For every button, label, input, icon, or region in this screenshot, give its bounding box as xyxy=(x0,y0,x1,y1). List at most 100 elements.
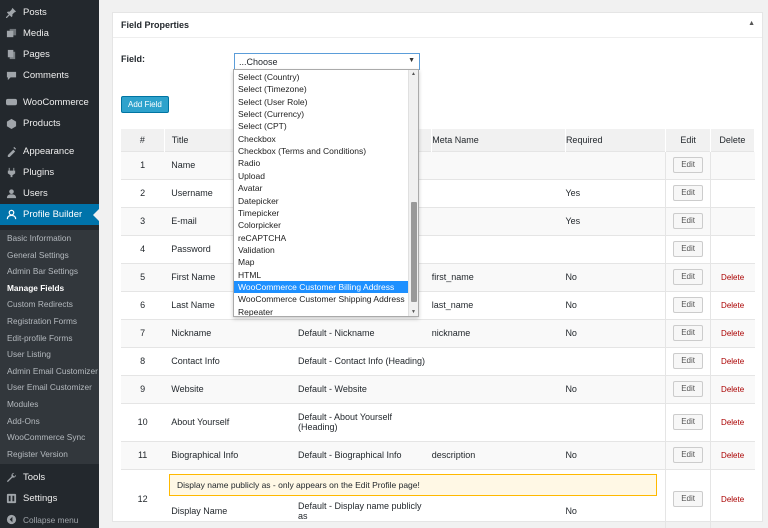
dropdown-option[interactable]: Checkbox (Terms and Conditions) xyxy=(234,145,408,157)
edit-button[interactable]: Edit xyxy=(673,241,704,257)
sidebar-item-products[interactable]: Products xyxy=(0,113,99,134)
dropdown-option[interactable]: Datepicker xyxy=(234,195,408,207)
dropdown-option[interactable]: Select (Country) xyxy=(234,71,408,83)
delete-cell xyxy=(709,150,755,179)
field-number: 2 xyxy=(121,178,165,207)
edit-button[interactable]: Edit xyxy=(673,325,704,341)
edit-button[interactable]: Edit xyxy=(673,353,704,369)
dropdown-option[interactable]: Repeater xyxy=(234,306,408,316)
dropdown-option[interactable]: HTML xyxy=(234,269,408,281)
field-title: Nickname xyxy=(171,328,212,338)
submenu-item-custom-redirects[interactable]: Custom Redirects xyxy=(7,299,73,309)
delete-link[interactable]: Delete xyxy=(721,357,744,366)
submenu-item-modules[interactable]: Modules xyxy=(7,399,38,409)
dropdown-option[interactable]: Select (User Role) xyxy=(234,96,408,108)
meta-cell xyxy=(431,206,566,235)
sidebar-item-settings[interactable]: Settings xyxy=(0,488,99,509)
field-required: No xyxy=(565,328,577,338)
sidebar-item-users[interactable]: Users xyxy=(0,183,99,204)
scrollbar-thumb[interactable] xyxy=(411,202,417,302)
default-cell: Default - Contact Info (Heading) xyxy=(297,346,432,375)
submenu-item-general-settings[interactable]: General Settings xyxy=(7,250,69,260)
dropdown-option[interactable]: Timepicker xyxy=(234,207,408,219)
scroll-up-icon[interactable]: ▲ xyxy=(411,71,416,77)
sidebar-item-profile-builder[interactable]: Profile Builder xyxy=(0,204,99,225)
submenu-item-user-email-customizer[interactable]: User Email Customizer xyxy=(7,382,92,392)
table-header: # Title Meta Name Required Edit Delete xyxy=(121,129,756,151)
field-number: 11 xyxy=(121,440,165,469)
dropdown-option[interactable]: Select (Timezone) xyxy=(234,83,408,95)
dropdown-option[interactable]: Upload xyxy=(234,170,408,182)
delete-link[interactable]: Delete xyxy=(721,301,744,310)
submenu-item-basic-information[interactable]: Basic Information xyxy=(7,233,71,243)
delete-link[interactable]: Delete xyxy=(721,451,744,460)
sidebar-item-tools[interactable]: Tools xyxy=(0,467,99,488)
edit-button[interactable]: Edit xyxy=(673,447,704,463)
field-number: 7 xyxy=(121,318,165,347)
edit-button[interactable]: Edit xyxy=(673,381,704,397)
table-row: 2 Username Yes Edit xyxy=(121,178,755,207)
field-title: Password xyxy=(171,244,211,254)
sidebar-item-media[interactable]: Media xyxy=(0,23,99,44)
delete-link[interactable]: Delete xyxy=(721,273,744,282)
edit-button[interactable]: Edit xyxy=(673,213,704,229)
delete-link[interactable]: Delete xyxy=(721,418,744,427)
submenu-item-registration-forms[interactable]: Registration Forms xyxy=(7,316,77,326)
delete-link[interactable]: Delete xyxy=(721,495,744,504)
sidebar-item-comments[interactable]: Comments xyxy=(0,65,99,86)
sidebar-item-plugins[interactable]: Plugins xyxy=(0,162,99,183)
submenu-item-admin-email-customizer[interactable]: Admin Email Customizer xyxy=(7,366,98,376)
dropdown-option[interactable]: Select (Currency) xyxy=(234,108,408,120)
field-type-select[interactable]: ...Choose ▼ xyxy=(234,53,420,70)
dropdown-option[interactable]: Select (CPT) xyxy=(234,120,408,132)
sidebar-item-appearance[interactable]: Appearance xyxy=(0,141,99,162)
edit-button[interactable]: Edit xyxy=(673,414,704,430)
delete-link[interactable]: Delete xyxy=(721,385,744,394)
table-row: 8 Contact Info Default - Contact Info (Hea… xyxy=(121,346,755,375)
field-number: 3 xyxy=(121,206,165,235)
title-cell: Website xyxy=(164,374,298,403)
dropdown-option[interactable]: WooCommerce Customer Billing Address xyxy=(234,280,408,294)
submenu-item-edit-profile-forms[interactable]: Edit-profile Forms xyxy=(7,333,72,343)
sidebar-item-pages[interactable]: Pages xyxy=(0,44,99,65)
add-field-button[interactable]: Add Field xyxy=(121,96,169,113)
dropdown-option[interactable]: Colorpicker xyxy=(234,219,408,231)
field-required: No xyxy=(565,505,577,516)
delete-link[interactable]: Delete xyxy=(721,329,744,338)
sidebar-item-label: Comments xyxy=(23,70,69,81)
dropdown-option[interactable]: Checkbox xyxy=(234,133,408,145)
collapse-icon xyxy=(5,514,17,526)
table-row: 11 Biographical Info Default - Biographica… xyxy=(121,440,755,469)
dropdown-option[interactable]: Avatar xyxy=(234,182,408,194)
sidebar-item-collapse-menu[interactable]: Collapse menu xyxy=(0,509,99,528)
collapse-arrow-icon[interactable]: ▲ xyxy=(748,20,755,27)
field-default: Default - About Yourself (Heading) xyxy=(297,412,393,432)
delete-cell: Delete xyxy=(709,346,755,375)
header-meta: Meta Name xyxy=(431,129,566,151)
edit-button[interactable]: Edit xyxy=(673,157,704,173)
submenu-item-admin-bar-settings[interactable]: Admin Bar Settings xyxy=(7,266,78,276)
edit-cell: Edit xyxy=(665,346,711,375)
edit-button[interactable]: Edit xyxy=(673,297,704,313)
dropdown-option[interactable]: Radio xyxy=(234,157,408,169)
dropdown-option[interactable]: WooCommerce Customer Shipping Address xyxy=(234,293,408,305)
submenu-item-add-ons[interactable]: Add-Ons xyxy=(7,416,40,426)
scroll-down-icon[interactable]: ▼ xyxy=(411,309,416,315)
sidebar-item-posts[interactable]: Posts xyxy=(0,2,99,23)
submenu-item-manage-fields[interactable]: Manage Fields xyxy=(7,283,64,293)
edit-button[interactable]: Edit xyxy=(673,185,704,201)
dropdown-option[interactable]: Validation xyxy=(234,244,408,256)
edit-cell: Edit xyxy=(665,402,711,441)
field-type-dropdown-list[interactable]: Select (Country) Select (Timezone) Select … xyxy=(233,69,419,317)
dropdown-scrollbar[interactable]: ▲ ▼ xyxy=(408,70,418,316)
notice-message: Display name publicly as - only appears … xyxy=(169,474,657,496)
edit-button[interactable]: Edit xyxy=(673,490,704,507)
dropdown-option[interactable]: Map xyxy=(234,256,408,268)
dropdown-option[interactable]: reCAPTCHA xyxy=(234,232,408,244)
edit-button[interactable]: Edit xyxy=(673,269,704,285)
submenu-item-user-listing[interactable]: User Listing xyxy=(7,349,51,359)
field-title: Last Name xyxy=(171,300,215,310)
submenu-item-woocommerce-sync[interactable]: WooCommerce Sync xyxy=(7,432,85,442)
submenu-item-register-version[interactable]: Register Version xyxy=(7,449,68,459)
sidebar-item-woocommerce[interactable]: WooCommerce xyxy=(0,92,99,113)
